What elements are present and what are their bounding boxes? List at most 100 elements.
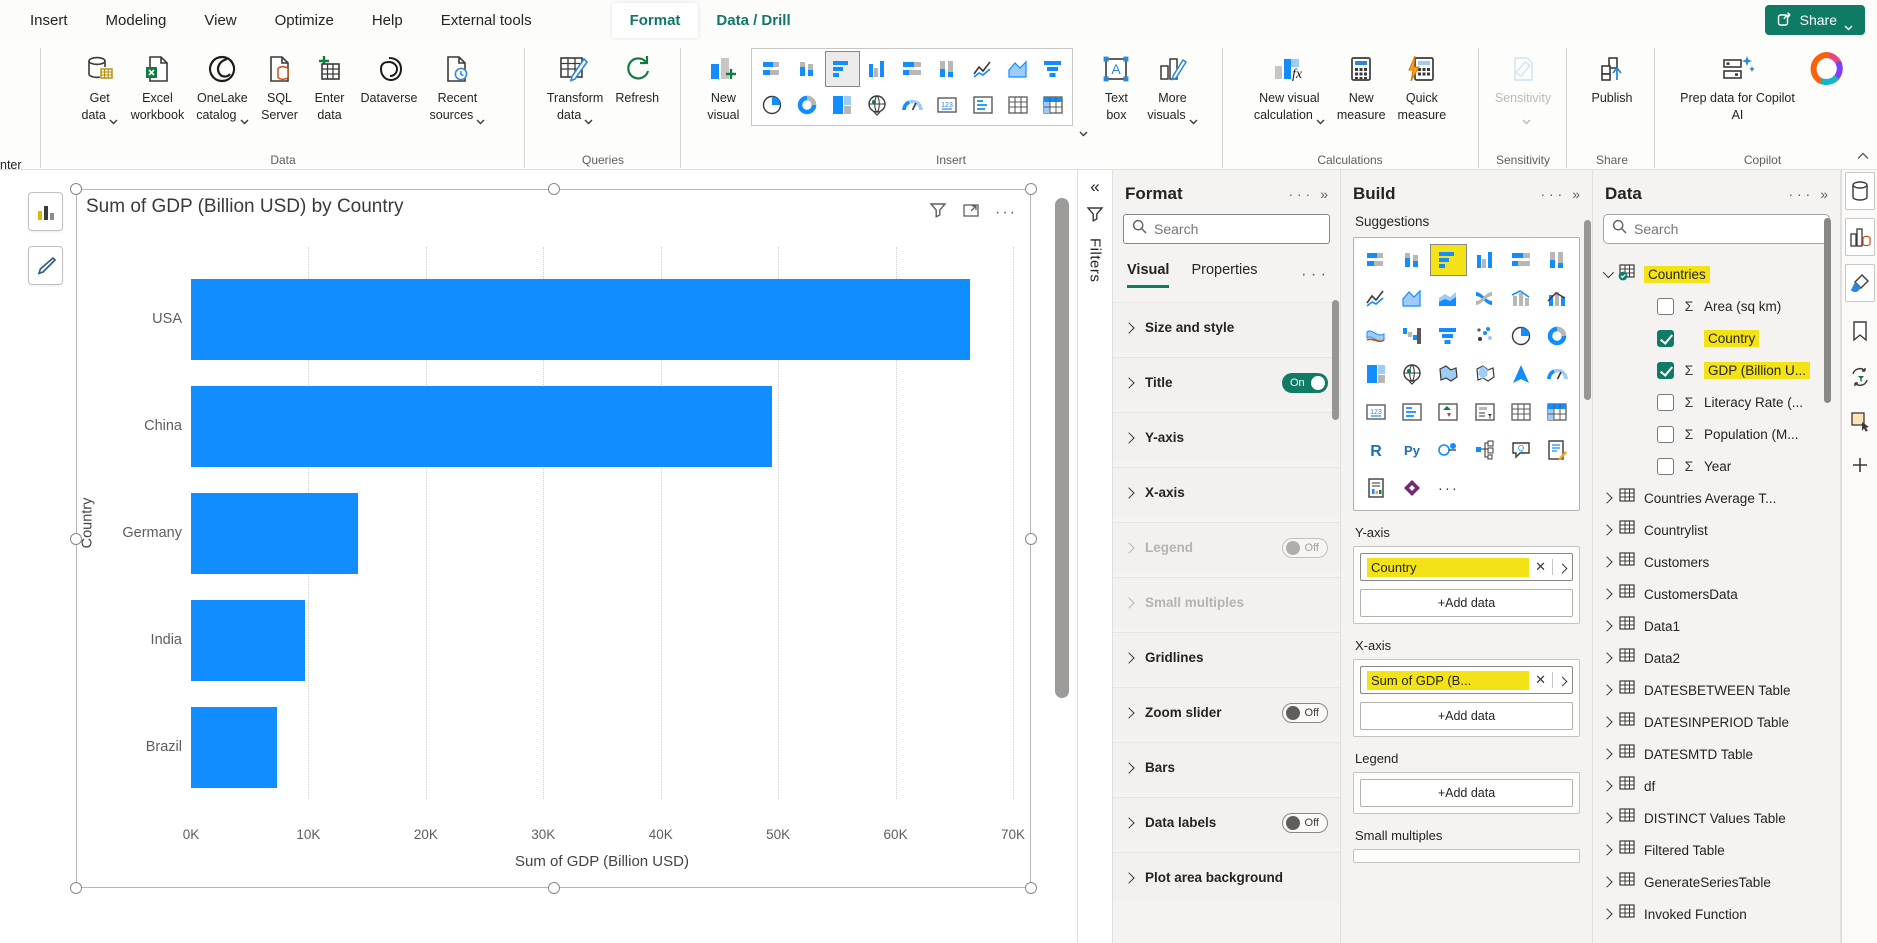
table-row-datesmtd-table[interactable]: DATESMTD Table	[1593, 738, 1840, 770]
table-icon[interactable]	[1503, 396, 1539, 428]
field-pill-sum-of-gdp-b-[interactable]: Sum of GDP (B... ✕	[1360, 666, 1573, 694]
100-stacked-bar-chart-icon[interactable]	[1503, 244, 1539, 276]
treemap-icon[interactable]	[825, 87, 860, 123]
table-row-filtered-table[interactable]: Filtered Table	[1593, 834, 1840, 866]
resize-handle[interactable]	[1025, 882, 1037, 894]
bar-india[interactable]	[191, 600, 305, 681]
stacked-column-chart-icon[interactable]	[790, 51, 825, 87]
filled-map-icon[interactable]	[1430, 358, 1466, 390]
table-row-countrylist[interactable]: Countrylist	[1593, 514, 1840, 546]
field-checkbox[interactable]	[1657, 362, 1674, 379]
chevron-right-icon[interactable]	[1601, 524, 1612, 535]
canvas-visual-tool-button[interactable]	[28, 192, 63, 231]
format-section-title[interactable]: TitleOn	[1113, 357, 1340, 407]
chevron-right-icon[interactable]	[1601, 748, 1612, 759]
bar-brazil[interactable]	[191, 707, 277, 788]
menu-item-modeling[interactable]: Modeling	[106, 3, 167, 38]
chevron-right-icon[interactable]	[1601, 492, 1612, 503]
filter-icon[interactable]	[929, 201, 947, 224]
python-visual-icon[interactable]: Py	[1394, 434, 1430, 466]
more-visuals-button[interactable]: Morevisuals	[1144, 48, 1200, 124]
chevron-right-icon[interactable]	[1601, 620, 1612, 631]
field-row-gdp-billion-u-[interactable]: ΣGDP (Billion U...	[1593, 354, 1840, 386]
shape-map-icon[interactable]	[1467, 358, 1503, 390]
pie-chart-icon[interactable]	[754, 87, 789, 123]
chevron-right-icon[interactable]	[1601, 908, 1612, 919]
treemap-icon[interactable]	[1358, 358, 1394, 390]
quick-measure-button[interactable]: Quickmeasure	[1395, 48, 1450, 124]
data-pane-scrollbar[interactable]	[1824, 218, 1831, 403]
collapse-pane-icon[interactable]: »	[1820, 186, 1828, 202]
bar-chart-visual[interactable]: Sum of GDP (Billion USD) by Country ··· …	[76, 189, 1031, 888]
table-row-generateseriestable[interactable]: GenerateSeriesTable	[1593, 866, 1840, 898]
key-influencers-icon[interactable]	[1430, 434, 1466, 466]
table-row-data1[interactable]: Data1	[1593, 610, 1840, 642]
funnel-chart-icon[interactable]	[1430, 320, 1466, 352]
remove-field-icon[interactable]: ✕	[1529, 559, 1552, 575]
field-pill-country[interactable]: Country ✕	[1360, 553, 1573, 581]
chevron-right-icon[interactable]	[1601, 716, 1612, 727]
canvas-pen-tool-button[interactable]	[28, 246, 63, 285]
map-icon[interactable]	[1394, 358, 1430, 390]
bookmark-icon[interactable]	[1845, 312, 1875, 350]
table-row-datesinperiod-table[interactable]: DATESINPERIOD Table	[1593, 706, 1840, 738]
build-visual-icon[interactable]	[1845, 218, 1875, 256]
smart-narrative-icon[interactable]	[1539, 434, 1575, 466]
kpi-icon[interactable]	[1430, 396, 1466, 428]
data-cylinder-icon[interactable]	[1845, 172, 1875, 210]
menu-item-help[interactable]: Help	[372, 3, 403, 38]
line-chart-icon[interactable]	[965, 51, 1000, 87]
format-section-size-and-style[interactable]: Size and style	[1113, 302, 1340, 352]
prep-data-for-copilot-ai-button[interactable]: Prep data for CopilotAI	[1677, 48, 1798, 124]
format-section-x-axis[interactable]: X-axis	[1113, 467, 1340, 517]
text-box-button[interactable]: ATextbox	[1094, 48, 1138, 124]
card-icon[interactable]: 123	[930, 87, 965, 123]
format-section-bars[interactable]: Bars	[1113, 742, 1340, 792]
table-row-distinct-values-table[interactable]: DISTINCT Values Table	[1593, 802, 1840, 834]
funnel-chart-icon[interactable]	[1035, 51, 1070, 87]
paginated-report-icon[interactable]	[1358, 472, 1394, 504]
field-checkbox[interactable]	[1657, 394, 1674, 411]
waterfall-chart-icon[interactable]	[1394, 320, 1430, 352]
clustered-column-chart-icon[interactable]	[1467, 244, 1503, 276]
format-tab-properties[interactable]: Properties	[1191, 262, 1257, 288]
bar-germany[interactable]	[191, 493, 358, 574]
toggle-title[interactable]: On	[1282, 373, 1328, 393]
table-row-countries[interactable]: Countries	[1593, 258, 1840, 290]
format-tab-visual[interactable]: Visual	[1127, 262, 1169, 288]
card-icon[interactable]: 123	[1358, 396, 1394, 428]
stacked-area-chart-icon[interactable]	[1430, 282, 1466, 314]
menu-item-external-tools[interactable]: External tools	[441, 3, 532, 38]
100-stacked-bar-chart-icon[interactable]	[895, 51, 930, 87]
toggle-legend[interactable]: Off	[1282, 538, 1328, 558]
add-data-button[interactable]: +Add data	[1360, 589, 1573, 617]
area-chart-icon[interactable]	[1394, 282, 1430, 314]
table-row-countries-average-t-[interactable]: Countries Average T...	[1593, 482, 1840, 514]
resize-handle[interactable]	[1025, 533, 1037, 545]
chevron-right-icon[interactable]	[1601, 588, 1612, 599]
more-options-icon[interactable]: · · ·	[1288, 186, 1310, 202]
resize-handle[interactable]	[70, 183, 82, 195]
field-options-chevron-icon[interactable]	[1553, 673, 1566, 688]
menu-item-optimize[interactable]: Optimize	[275, 3, 334, 38]
format-section-data-labels[interactable]: Data labelsOff	[1113, 797, 1340, 847]
donut-chart-icon[interactable]	[790, 87, 825, 123]
add-icon[interactable]	[1845, 446, 1875, 484]
chevron-right-icon[interactable]	[1601, 844, 1612, 855]
table-row-df[interactable]: df	[1593, 770, 1840, 802]
ribbon-chart-icon[interactable]	[1467, 282, 1503, 314]
line-chart-icon[interactable]	[1358, 282, 1394, 314]
more-options-icon[interactable]: · · ·	[1540, 186, 1562, 202]
table-row-data2[interactable]: Data2	[1593, 642, 1840, 674]
resize-handle[interactable]	[1025, 183, 1037, 195]
collapse-ribbon-button[interactable]	[1857, 147, 1869, 165]
table-icon[interactable]	[1000, 87, 1035, 123]
add-data-button[interactable]: +Add data	[1360, 779, 1573, 807]
resize-handle[interactable]	[70, 882, 82, 894]
slicer-icon[interactable]	[1467, 396, 1503, 428]
dataverse-button[interactable]: Dataverse	[358, 48, 421, 124]
r-script-icon[interactable]: R	[1358, 434, 1394, 466]
field-checkbox[interactable]	[1657, 458, 1674, 475]
table-row-customersdata[interactable]: CustomersData	[1593, 578, 1840, 610]
focus-mode-icon[interactable]	[962, 201, 980, 224]
